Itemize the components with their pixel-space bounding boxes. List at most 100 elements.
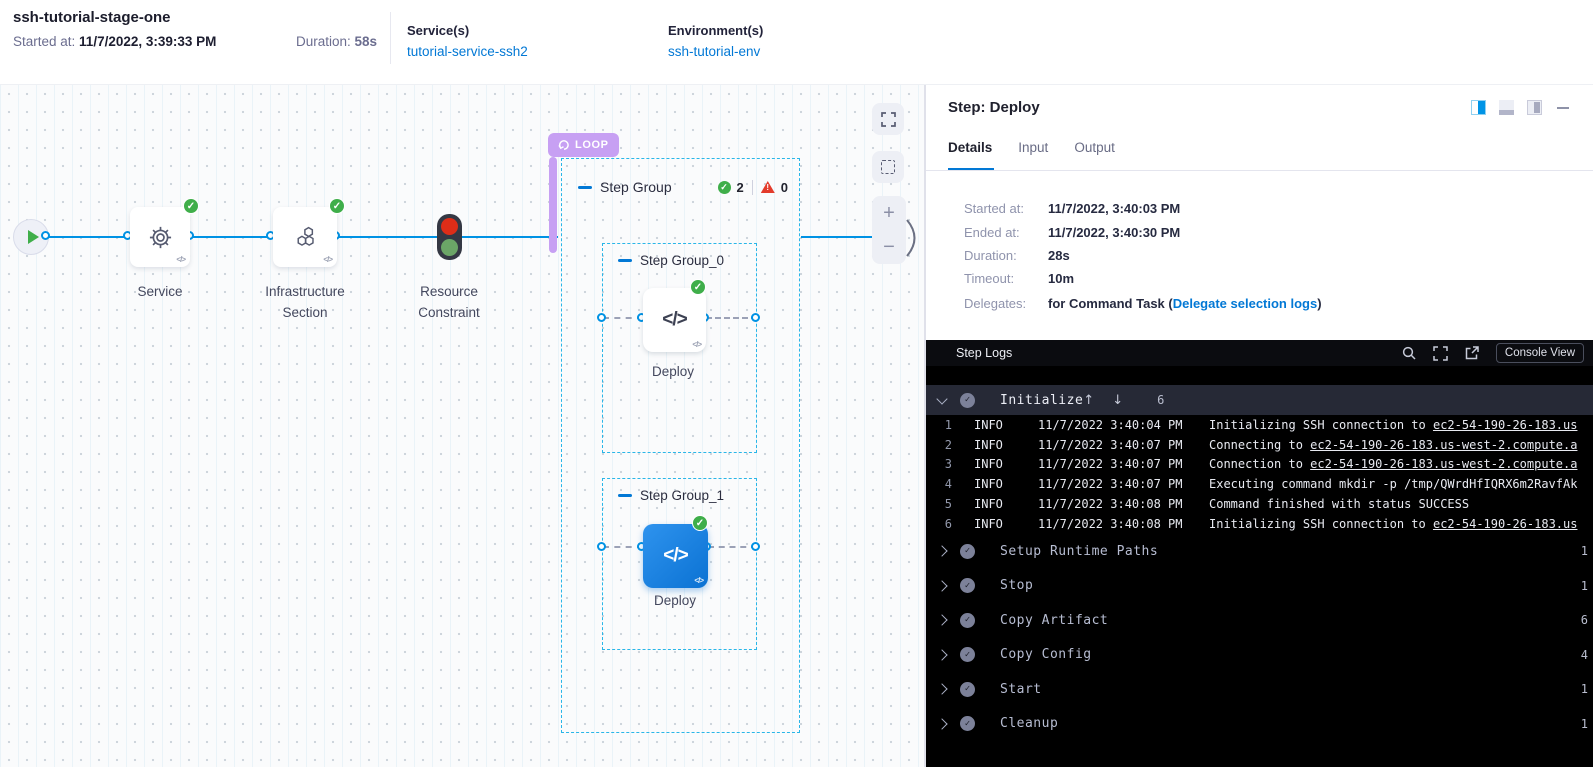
chevron-down-icon[interactable]	[936, 393, 947, 404]
collapse-group-icon[interactable]	[618, 494, 632, 497]
chevron-right-icon[interactable]	[936, 614, 947, 625]
host-link[interactable]: ec2-54-190-26-183.us	[1433, 418, 1578, 432]
code-icon: </>	[662, 309, 686, 331]
failed-count: 0	[781, 180, 788, 195]
traffic-green-light-icon	[441, 239, 458, 256]
search-icon[interactable]	[1402, 346, 1416, 360]
service-node[interactable]: </>	[130, 207, 190, 267]
log-line: 1INFO11/7/2022 3:40:04 PMInitializing SS…	[926, 415, 1593, 435]
edge-port	[597, 542, 606, 551]
success-badge-icon: ✓	[692, 515, 708, 531]
started-at: Started at: 11/7/2022, 3:39:33 PM	[13, 34, 216, 49]
host-link[interactable]: ec2-54-190-26-183.us-west-2.compute.a	[1310, 438, 1577, 452]
environment-link[interactable]: ssh-tutorial-env	[668, 44, 763, 59]
edge-port	[597, 313, 606, 322]
log-section-copy-config[interactable]: ✓ Copy Config 4	[926, 637, 1593, 672]
loop-badge[interactable]: LOOP	[548, 133, 619, 157]
success-count-icon: ✓	[718, 181, 731, 194]
section-duration: 1	[1581, 544, 1588, 558]
layout-split-view-icon[interactable]	[1471, 100, 1486, 115]
script-indicator-icon: </>	[176, 255, 185, 264]
collapse-group-icon[interactable]	[618, 259, 632, 262]
services-column: Service(s) tutorial-service-ssh2	[407, 23, 528, 59]
deploy-step-label: Deploy	[615, 590, 735, 611]
panel-title: Step: Deploy	[948, 99, 1040, 116]
log-section-stop[interactable]: ✓ Stop 1	[926, 568, 1593, 603]
header-divider	[390, 12, 391, 64]
layout-right-view-icon[interactable]	[1527, 100, 1542, 115]
infrastructure-node[interactable]: </>	[273, 207, 337, 267]
deploy-step-node-selected[interactable]: </> </>	[643, 524, 708, 588]
loop-icon	[558, 139, 570, 151]
edge-port	[41, 231, 50, 240]
section-duration: 6	[1581, 613, 1588, 627]
edge-port	[751, 313, 760, 322]
log-section-copy-artifact[interactable]: ✓ Copy Artifact 6	[926, 603, 1593, 638]
step-logs-console: Step Logs Console View ✓ Initialize ↑ ↓ …	[926, 340, 1593, 767]
step-group-1-label: Step Group_1	[640, 488, 724, 503]
section-success-icon: ✓	[960, 393, 975, 408]
step-group-counts: ✓ 2 ! 0	[718, 180, 788, 195]
detail-row: Timeout:10m	[964, 271, 1074, 286]
service-node-label: Service	[100, 281, 220, 302]
step-logs-title: Step Logs	[956, 346, 1012, 360]
gear-icon	[147, 224, 174, 251]
layout-bottom-view-icon[interactable]	[1499, 100, 1514, 115]
resource-constraint-label: Resource Constraint	[399, 281, 499, 323]
loop-badge-label: LOOP	[575, 139, 609, 151]
chevron-right-icon[interactable]	[936, 683, 947, 694]
dashed-edge	[706, 317, 757, 319]
chevron-right-icon[interactable]	[936, 649, 947, 660]
scroll-up-icon[interactable]: ↑	[1083, 393, 1094, 408]
console-view-button[interactable]: Console View	[1496, 343, 1584, 363]
infrastructure-node-label: Infrastructure Section	[243, 281, 367, 323]
count-divider	[752, 180, 753, 195]
deploy-step-label: Deploy	[613, 361, 733, 382]
tab-output[interactable]: Output	[1074, 140, 1115, 161]
zoom-out-button[interactable]: −	[883, 237, 895, 257]
host-link[interactable]: ec2-54-190-26-183.us-west-2.compute.a	[1310, 457, 1577, 471]
section-success-icon: ✓	[960, 578, 975, 593]
log-line: 3INFO11/7/2022 3:40:07 PMConnection to e…	[926, 455, 1593, 475]
tab-input[interactable]: Input	[1018, 140, 1048, 161]
section-success-icon: ✓	[960, 647, 975, 662]
step-group-header: Step Group ✓ 2 ! 0	[578, 179, 788, 195]
stage-title: ssh-tutorial-stage-one	[13, 9, 171, 26]
script-indicator-icon: </>	[692, 340, 701, 349]
chevron-right-icon[interactable]	[936, 580, 947, 591]
detail-row: Duration:28s	[964, 248, 1070, 263]
step-group-0-label: Step Group_0	[640, 253, 724, 268]
zoom-in-button[interactable]: +	[883, 203, 895, 223]
resource-constraint-node[interactable]	[437, 214, 462, 260]
step-group-label: Step Group	[600, 179, 672, 195]
service-link[interactable]: tutorial-service-ssh2	[407, 44, 528, 59]
marquee-selection-icon	[881, 160, 895, 174]
success-badge-icon: ✓	[183, 198, 199, 214]
canvas-select-button[interactable]	[872, 151, 904, 183]
section-success-icon: ✓	[960, 613, 975, 628]
log-line: 5INFO11/7/2022 3:40:08 PMCommand finishe…	[926, 494, 1593, 514]
open-in-new-window-icon[interactable]	[1465, 346, 1479, 360]
loop-edge-bar	[549, 157, 557, 253]
delegate-selection-logs-link[interactable]: Delegate selection logs	[1173, 296, 1318, 311]
log-section-start[interactable]: ✓ Start 1	[926, 672, 1593, 707]
minimize-panel-icon[interactable]	[1557, 107, 1569, 109]
chevron-right-icon[interactable]	[936, 545, 947, 556]
canvas-fullscreen-button[interactable]	[872, 103, 904, 135]
panel-tabs: Details Input Output	[948, 140, 1115, 161]
loopback-arc	[905, 219, 925, 257]
chevron-right-icon[interactable]	[936, 718, 947, 729]
tab-details[interactable]: Details	[948, 140, 992, 161]
pipeline-canvas[interactable]: </> ✓ Service </> ✓ Infrastructure Secti…	[0, 85, 925, 767]
scroll-down-icon[interactable]: ↓	[1112, 393, 1123, 408]
edge-port	[751, 542, 760, 551]
script-indicator-icon: </>	[323, 255, 332, 264]
log-section-setup-runtime-paths[interactable]: ✓ Setup Runtime Paths 1	[926, 534, 1593, 569]
collapse-group-icon[interactable]	[578, 186, 592, 189]
log-section-cleanup[interactable]: ✓ Cleanup 1	[926, 706, 1593, 741]
host-link[interactable]: ec2-54-190-26-183.us	[1433, 517, 1578, 531]
dashed-edge	[708, 546, 757, 548]
deploy-step-node[interactable]: </> </>	[643, 288, 706, 352]
log-section-initialize[interactable]: ✓ Initialize ↑ ↓ 6	[926, 385, 1593, 415]
expand-logs-icon[interactable]	[1433, 346, 1448, 361]
